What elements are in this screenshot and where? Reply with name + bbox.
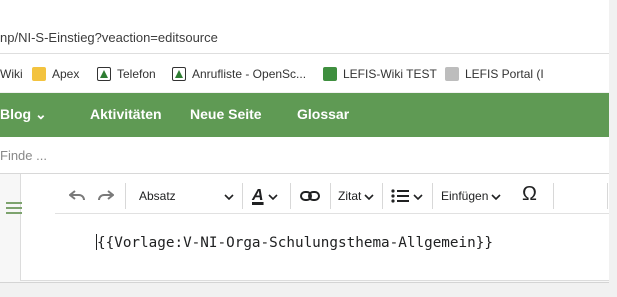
editor-toolbar: Absatz A Zitat Einfügen Ω xyxy=(55,179,609,214)
main-navbar: Blog ⌄ Aktivitäten Neue Seite Glossar xyxy=(0,93,609,137)
divider xyxy=(0,282,609,283)
team-icon xyxy=(172,67,186,81)
portal-icon xyxy=(445,67,459,81)
paragraph-format-dropdown[interactable]: Absatz xyxy=(139,186,234,206)
cite-dropdown[interactable]: Zitat xyxy=(338,186,374,206)
bookmark-label: Telefon xyxy=(117,67,156,81)
bookmark-label: Wiki xyxy=(0,67,23,81)
chevron-down-icon xyxy=(364,189,374,203)
bookmark-apex[interactable]: Apex xyxy=(32,66,79,82)
search-bar xyxy=(0,137,609,174)
paragraph-format-label: Absatz xyxy=(139,189,176,203)
bookmark-label: LEFIS-Wiki TEST xyxy=(343,67,437,81)
bookmark-anrufliste[interactable]: Anrufliste - OpenSc... xyxy=(172,66,306,82)
insert-dropdown[interactable]: Einfügen xyxy=(441,186,501,206)
nav-item-aktivitaeten[interactable]: Aktivitäten xyxy=(90,106,162,122)
bookmarks-bar: Wiki Apex Telefon Anrufliste - OpenSc...… xyxy=(0,54,609,92)
search-input[interactable] xyxy=(0,143,600,167)
hamburger-menu-icon[interactable] xyxy=(6,202,22,217)
bullet-list-icon xyxy=(391,189,409,203)
chevron-down-icon xyxy=(491,189,501,203)
bookmark-lefis-wiki-test[interactable]: LEFIS-Wiki TEST xyxy=(323,66,437,82)
chevron-down-icon xyxy=(413,189,423,203)
text-style-dropdown[interactable]: A xyxy=(252,186,278,206)
bookmark-lefis-portal[interactable]: LEFIS Portal (I xyxy=(445,66,544,82)
special-character-button[interactable]: Ω xyxy=(522,182,537,205)
wikitext-editor[interactable]: {{Vorlage:V-NI-Orga-Schulungsthema-Allge… xyxy=(96,234,493,251)
chevron-down-icon xyxy=(267,189,278,203)
chevron-down-icon xyxy=(224,189,234,203)
address-bar[interactable]: np/NI-S-Einstieg?veaction=editsource xyxy=(0,0,609,54)
nav-item-blog[interactable]: Blog ⌄ xyxy=(0,106,47,123)
omega-icon: Ω xyxy=(522,182,537,205)
undo-icon xyxy=(69,190,85,201)
redo-icon xyxy=(98,190,114,201)
nav-item-glossar[interactable]: Glossar xyxy=(297,106,349,122)
url-text[interactable]: np/NI-S-Einstieg?veaction=editsource xyxy=(0,30,218,45)
window-edge xyxy=(609,0,617,297)
bookmark-telefon[interactable]: Telefon xyxy=(97,66,156,82)
bookmark-wiki[interactable]: Wiki xyxy=(0,66,23,82)
list-dropdown[interactable] xyxy=(391,186,423,206)
link-button[interactable] xyxy=(300,186,320,206)
bookmark-label: Anrufliste - OpenSc... xyxy=(192,67,307,81)
lefis-icon xyxy=(323,67,337,81)
bookmark-label: Apex xyxy=(52,67,80,81)
folder-icon xyxy=(32,67,46,81)
bookmark-label: LEFIS Portal (I xyxy=(465,67,544,81)
insert-label: Einfügen xyxy=(441,189,489,203)
redo-button[interactable] xyxy=(98,186,114,206)
text-style-icon: A xyxy=(252,187,264,204)
wikitext-content: {{Vorlage:V-NI-Orga-Schulungsthema-Allge… xyxy=(97,235,493,251)
link-icon xyxy=(300,191,320,201)
undo-button[interactable] xyxy=(69,186,85,206)
nav-item-neue-seite[interactable]: Neue Seite xyxy=(190,106,262,122)
team-icon xyxy=(97,67,111,81)
cite-label: Zitat xyxy=(338,189,362,203)
